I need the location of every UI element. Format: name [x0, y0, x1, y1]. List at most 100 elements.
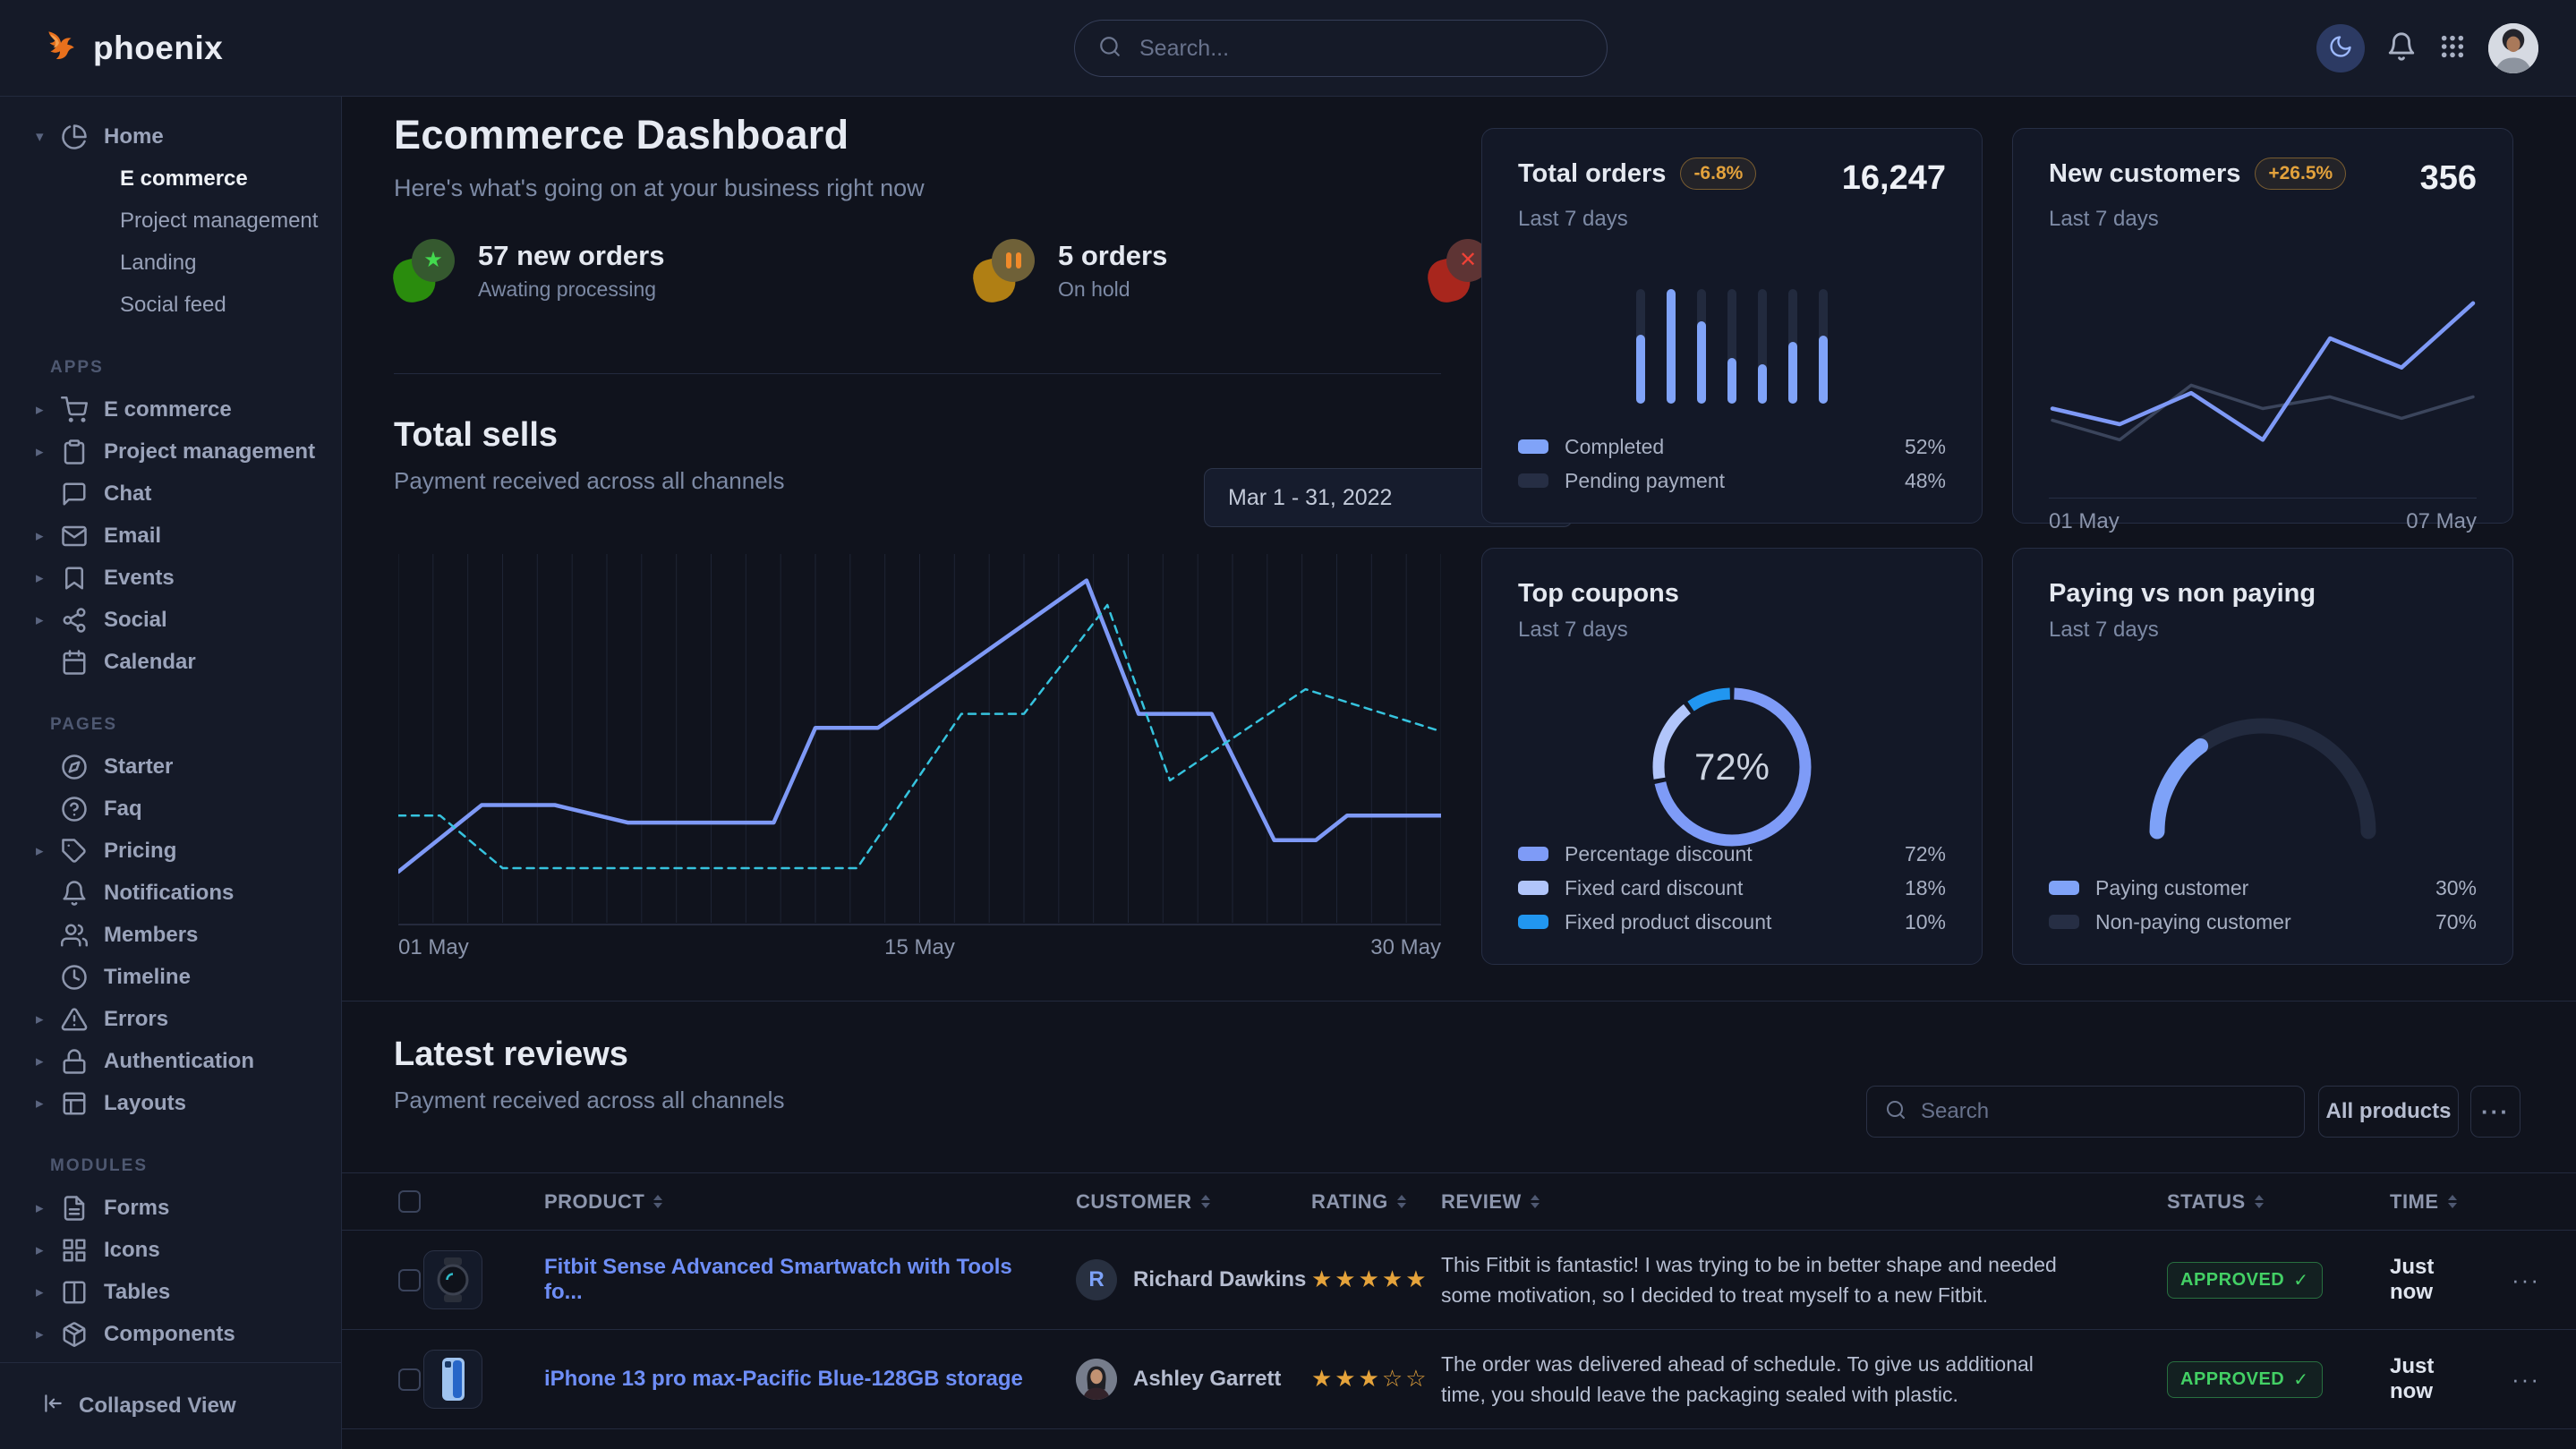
sidebar-item-label: Chat	[104, 482, 151, 507]
sidebar-item-faq[interactable]: Faq	[0, 788, 341, 830]
legend-value: 70%	[2435, 910, 2477, 934]
sidebar-subitem-e-commerce[interactable]: E commerce	[0, 158, 341, 200]
legend-label: Non-paying customer	[2095, 910, 2291, 934]
sidebar-item-label: Events	[104, 566, 175, 591]
sidebar-item-label: Social	[104, 608, 167, 633]
customer-cell[interactable]: Ashley Garrett	[1076, 1359, 1311, 1400]
bookmark-icon	[61, 565, 88, 592]
row-menu-button[interactable]: ···	[2475, 1366, 2540, 1394]
sidebar-item-label: Pricing	[104, 839, 176, 864]
paying-gauge-chart	[2115, 686, 2410, 851]
sidebar-item-home[interactable]: ▾Home	[0, 115, 341, 158]
sidebar-item-notifications[interactable]: Notifications	[0, 872, 341, 914]
legend-row: Pending payment48%	[1518, 464, 1946, 498]
column-header-product[interactable]: PRODUCT	[544, 1190, 1076, 1214]
row-menu-button[interactable]: ···	[2475, 1266, 2540, 1294]
sidebar-item-social[interactable]: ▸Social	[0, 599, 341, 641]
status-badge: APPROVED✓	[2167, 1361, 2323, 1398]
sidebar-item-project-management[interactable]: ▸Project management	[0, 430, 341, 473]
order-bar	[1819, 289, 1828, 404]
all-products-button[interactable]: All products	[2318, 1086, 2459, 1138]
total-sells-x-axis: 01 May15 May30 May	[398, 935, 1441, 960]
sidebar-item-e-commerce[interactable]: ▸E commerce	[0, 388, 341, 430]
app-launcher-button[interactable]	[2438, 32, 2467, 64]
column-header-rating[interactable]: RATING	[1311, 1190, 1441, 1214]
row-checkbox[interactable]	[398, 1368, 421, 1391]
card-period: Last 7 days	[2049, 618, 2477, 643]
caret-down-icon: ▾	[36, 128, 61, 146]
sidebar-item-forms[interactable]: ▸Forms	[0, 1187, 341, 1229]
brand-logo[interactable]: phoenix	[41, 0, 223, 96]
help-circle-icon	[61, 796, 88, 823]
customer-cell[interactable]: RRichard Dawkins	[1076, 1259, 1311, 1300]
legend-swatch	[1518, 847, 1548, 861]
sidebar-item-calendar[interactable]: Calendar	[0, 641, 341, 683]
product-thumbnail[interactable]	[423, 1250, 482, 1309]
card-value: 356	[2420, 159, 2477, 198]
search-icon	[1885, 1099, 1906, 1125]
column-header-time[interactable]: TIME	[2390, 1190, 2475, 1214]
total-orders-card: Total orders -6.8% 16,247 Last 7 days Co…	[1481, 128, 1983, 524]
legend-label: Completed	[1565, 435, 1664, 459]
legend-row: Paying customer30%	[2049, 871, 2477, 905]
sidebar-subitem-social-feed[interactable]: Social feed	[0, 284, 341, 326]
sidebar-section-label: PAGES	[50, 715, 341, 735]
sidebar-item-events[interactable]: ▸Events	[0, 557, 341, 599]
reviews-search-input[interactable]	[1919, 1098, 2286, 1125]
sidebar-item-layouts[interactable]: ▸Layouts	[0, 1082, 341, 1124]
stat-item: ★57 new ordersAwating processing	[394, 239, 974, 302]
sort-icon	[2448, 1195, 2457, 1208]
card-title: Top coupons	[1518, 579, 1679, 609]
file-text-icon	[61, 1195, 88, 1222]
sidebar-subitem-project-management[interactable]: Project management	[0, 200, 341, 242]
shopping-cart-icon	[61, 396, 88, 423]
sidebar-item-chat[interactable]: Chat	[0, 473, 341, 515]
navbar-search-input[interactable]	[1138, 35, 1583, 63]
card-period: Last 7 days	[1518, 618, 1946, 643]
divider	[394, 373, 1441, 374]
table-row: iPhone 13 pro max-Pacific Blue-128GB sto…	[342, 1330, 2576, 1429]
profile-avatar[interactable]	[2488, 23, 2538, 73]
rating-stars: ★★★☆☆	[1311, 1366, 1441, 1393]
mail-icon	[61, 523, 88, 550]
product-link[interactable]: Fitbit Sense Advanced Smartwatch with To…	[544, 1255, 1076, 1305]
sidebar-item-pricing[interactable]: ▸Pricing	[0, 830, 341, 872]
sidebar-item-members[interactable]: Members	[0, 914, 341, 956]
reviews-search[interactable]	[1866, 1086, 2305, 1138]
column-header-review[interactable]: REVIEW	[1441, 1190, 2167, 1214]
pie-chart-icon	[61, 124, 88, 150]
sidebar-item-email[interactable]: ▸Email	[0, 515, 341, 557]
sidebar-item-errors[interactable]: ▸Errors	[0, 998, 341, 1040]
stats-row: ★57 new ordersAwating processing5 orders…	[394, 239, 1670, 302]
legend-row: Fixed card discount18%	[1518, 871, 1946, 905]
sidebar-item-icons[interactable]: ▸Icons	[0, 1229, 341, 1271]
sidebar-item-starter[interactable]: Starter	[0, 746, 341, 788]
caret-right-icon: ▸	[36, 1053, 61, 1070]
compass-icon	[61, 754, 88, 780]
column-header-customer[interactable]: CUSTOMER	[1076, 1190, 1311, 1214]
tag-icon	[61, 838, 88, 865]
notifications-button[interactable]	[2386, 31, 2417, 64]
sidebar-collapse-toggle[interactable]: Collapsed View	[0, 1362, 341, 1449]
sidebar-item-timeline[interactable]: Timeline	[0, 956, 341, 998]
product-link[interactable]: iPhone 13 pro max-Pacific Blue-128GB sto…	[544, 1367, 1076, 1392]
legend-swatch	[1518, 473, 1548, 488]
legend-swatch	[1518, 439, 1548, 454]
more-options-button[interactable]: ···	[2470, 1086, 2521, 1138]
sidebar-item-label: Timeline	[104, 965, 191, 990]
sidebar-item-components[interactable]: ▸Components	[0, 1313, 341, 1355]
navbar-search[interactable]	[1074, 20, 1608, 77]
legend-label: Paying customer	[2095, 876, 2248, 900]
theme-toggle-button[interactable]	[2316, 24, 2365, 72]
column-header-status[interactable]: STATUS	[2167, 1190, 2390, 1214]
sidebar-item-label: Components	[104, 1322, 235, 1347]
row-checkbox[interactable]	[398, 1269, 421, 1291]
order-bar	[1667, 289, 1676, 404]
sidebar-item-tables[interactable]: ▸Tables	[0, 1271, 341, 1313]
product-thumbnail[interactable]	[423, 1350, 482, 1409]
select-all-checkbox[interactable]	[398, 1190, 421, 1213]
sidebar-item-authentication[interactable]: ▸Authentication	[0, 1040, 341, 1082]
card-value: 16,247	[1842, 159, 1946, 198]
table-row	[342, 1429, 2576, 1449]
sidebar-subitem-landing[interactable]: Landing	[0, 242, 341, 284]
